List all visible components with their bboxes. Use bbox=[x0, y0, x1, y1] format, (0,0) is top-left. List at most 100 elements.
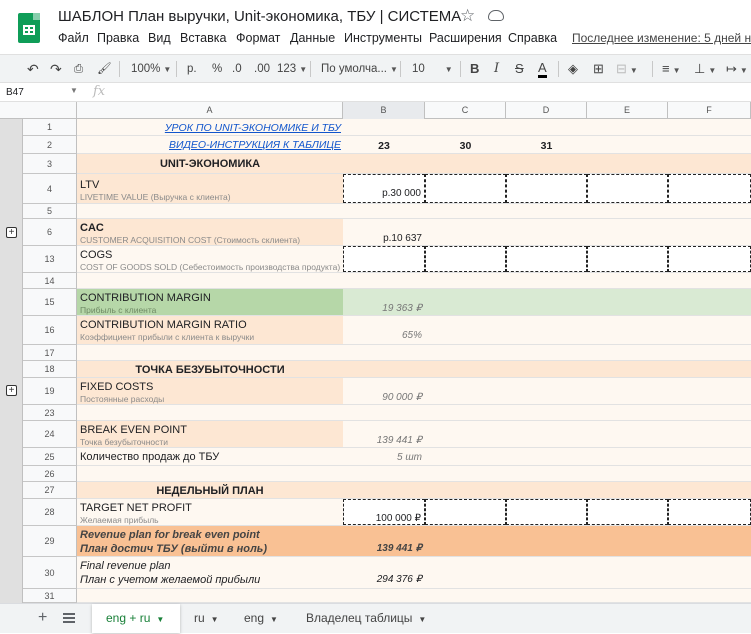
row-header[interactable]: 5 bbox=[23, 204, 77, 219]
menu-help[interactable]: Справка bbox=[508, 31, 557, 45]
menu-tools[interactable]: Инструменты bbox=[344, 31, 422, 45]
add-sheet-icon[interactable]: + bbox=[38, 609, 47, 627]
row-header[interactable]: 19 bbox=[23, 378, 77, 405]
font-size-select[interactable]: 10 ▼ bbox=[412, 60, 453, 78]
menu-view[interactable]: Вид bbox=[148, 31, 171, 45]
cell-a28[interactable]: TARGET NET PROFIT Желаемая прибыль bbox=[77, 499, 343, 525]
sheets-logo-icon[interactable] bbox=[18, 13, 40, 43]
column-header-a[interactable]: A bbox=[77, 102, 343, 119]
chevron-down-icon[interactable]: ▼ bbox=[270, 615, 278, 624]
cell-a6[interactable]: CAC CUSTOMER ACQUISITION COST (Стоимость… bbox=[77, 219, 343, 245]
sheet-tab-eng-ru[interactable]: eng + ru ▼ bbox=[92, 604, 180, 633]
column-header-e[interactable]: E bbox=[587, 102, 668, 119]
cell-a4[interactable]: LTV LIVETIME VALUE (Выручка с клиента) bbox=[77, 174, 343, 203]
strikethrough-button[interactable]: S bbox=[515, 60, 524, 78]
cell-b16[interactable]: 65% bbox=[343, 316, 425, 344]
cell-a24[interactable]: BREAK EVEN POINT Точка безубыточности bbox=[77, 421, 343, 447]
row-header[interactable]: 1 bbox=[23, 119, 77, 136]
sheet-tab-eng[interactable]: eng ▼ bbox=[230, 604, 292, 633]
row-header[interactable]: 14 bbox=[23, 273, 77, 289]
cell-b4[interactable]: р.30 000 bbox=[343, 174, 425, 203]
row-header[interactable]: 15 bbox=[23, 289, 77, 316]
cell-e4[interactable] bbox=[587, 174, 668, 203]
zoom-select[interactable]: 100% ▼ bbox=[131, 60, 171, 78]
row-header[interactable]: 23 bbox=[23, 405, 77, 421]
video-instruction-link[interactable]: ВИДЕО-ИНСТРУКЦИЯ К ТАБЛИЦЕ bbox=[169, 139, 341, 151]
cell-b6[interactable]: р.10 637 bbox=[343, 219, 425, 245]
percent-format-button[interactable]: % bbox=[212, 60, 222, 78]
cell-a27[interactable]: НЕДЕЛЬНЫЙ ПЛАН bbox=[77, 482, 343, 498]
menu-insert[interactable]: Вставка bbox=[180, 31, 226, 45]
row-header[interactable]: 29 bbox=[23, 526, 77, 557]
undo-icon[interactable]: ↶ bbox=[27, 60, 39, 78]
menu-edit[interactable]: Правка bbox=[97, 31, 139, 45]
chevron-down-icon[interactable]: ▼ bbox=[70, 86, 78, 95]
vertical-align-icon[interactable]: ⊥ ▼ bbox=[694, 60, 716, 78]
row-header[interactable]: 18 bbox=[23, 361, 77, 378]
menu-file[interactable]: Файл bbox=[58, 31, 89, 45]
horizontal-align-icon[interactable]: ≡ ▼ bbox=[662, 60, 681, 78]
cell-e28[interactable] bbox=[587, 499, 668, 525]
row-header[interactable]: 3 bbox=[23, 154, 77, 174]
cell-a1[interactable]: УРОК ПО UNIT-ЭКОНОМИКЕ И ТБУ bbox=[77, 119, 343, 135]
cell-a19[interactable]: FIXED COSTS Постоянные расходы bbox=[77, 378, 343, 404]
italic-button[interactable]: I bbox=[494, 60, 499, 78]
cell-e13[interactable] bbox=[587, 246, 668, 272]
cell-d28[interactable] bbox=[506, 499, 587, 525]
fill-color-icon[interactable]: ◈ bbox=[568, 60, 578, 78]
row-header[interactable]: 28 bbox=[23, 499, 77, 526]
chevron-down-icon[interactable]: ▼ bbox=[418, 615, 426, 624]
cell-f13[interactable] bbox=[668, 246, 751, 272]
row-header[interactable]: 26 bbox=[23, 466, 77, 482]
cell-a29[interactable]: Revenue plan for break even point План д… bbox=[77, 526, 343, 556]
row-header[interactable]: 16 bbox=[23, 316, 77, 345]
column-header-c[interactable]: C bbox=[425, 102, 506, 119]
redo-icon[interactable]: ↷ bbox=[50, 60, 62, 78]
merge-cells-icon[interactable]: ⊟ ▼ bbox=[616, 60, 638, 78]
column-header-d[interactable]: D bbox=[506, 102, 587, 119]
cell-a30[interactable]: Final revenue plan План с учетом желаемо… bbox=[77, 557, 343, 588]
cell-b28[interactable]: 100 000 ₽ bbox=[343, 499, 425, 525]
cell-d13[interactable] bbox=[506, 246, 587, 272]
row-header[interactable]: 2 bbox=[23, 136, 77, 154]
cell-b30[interactable]: 294 376 ₽ bbox=[343, 557, 425, 588]
decrease-decimal-button[interactable]: .0 bbox=[232, 60, 242, 78]
cell-a3[interactable]: UNIT-ЭКОНОМИКА bbox=[77, 154, 343, 173]
row-header[interactable]: 17 bbox=[23, 345, 77, 361]
cell-a15[interactable]: CONTRIBUTION MARGIN Прибыль с клиента bbox=[77, 289, 343, 315]
borders-icon[interactable]: ⊞ bbox=[593, 60, 604, 78]
chevron-down-icon[interactable]: ▼ bbox=[211, 615, 219, 624]
menu-data[interactable]: Данные bbox=[290, 31, 335, 45]
currency-format-button[interactable]: р. bbox=[187, 60, 197, 78]
cell-c4[interactable] bbox=[425, 174, 506, 203]
column-header-b[interactable]: B bbox=[343, 102, 425, 119]
row-header[interactable]: 6 bbox=[23, 219, 77, 246]
menu-extensions[interactable]: Расширения bbox=[429, 31, 502, 45]
cell-b2[interactable]: 23 bbox=[343, 136, 425, 153]
row-header[interactable]: 13 bbox=[23, 246, 77, 273]
increase-decimal-button[interactable]: .00 bbox=[254, 60, 270, 78]
text-wrap-icon[interactable]: ↦ ▼ bbox=[726, 60, 748, 78]
bold-button[interactable]: B bbox=[470, 60, 479, 78]
cell-b15[interactable]: 19 363 ₽ bbox=[343, 289, 425, 315]
print-icon[interactable]: ⎙ bbox=[74, 60, 83, 78]
cell-b29[interactable]: 139 441 ₽ bbox=[343, 526, 425, 556]
row-header[interactable]: 31 bbox=[23, 589, 77, 603]
cell-c13[interactable] bbox=[425, 246, 506, 272]
document-title[interactable]: ШАБЛОН План выручки, Unit-экономика, ТБУ… bbox=[58, 8, 461, 25]
cell-d4[interactable] bbox=[506, 174, 587, 203]
more-formats-select[interactable]: 123 ▼ bbox=[277, 60, 307, 78]
cell-c2[interactable]: 30 bbox=[425, 136, 506, 153]
row-header[interactable]: 4 bbox=[23, 174, 77, 204]
last-edit-link[interactable]: Последнее изменение: 5 дней наз bbox=[572, 31, 751, 45]
row-header[interactable]: 30 bbox=[23, 557, 77, 589]
cell-a13[interactable]: COGS COST OF GOODS SOLD (Себестоимость п… bbox=[77, 246, 343, 272]
expand-group-icon[interactable]: + bbox=[6, 227, 17, 238]
column-header-f[interactable]: F bbox=[668, 102, 751, 119]
cloud-saved-icon[interactable] bbox=[488, 10, 504, 21]
cell-reference-box[interactable]: B47 bbox=[6, 87, 24, 98]
menu-format[interactable]: Формат bbox=[236, 31, 280, 45]
paint-format-icon[interactable]: 🖌 bbox=[97, 60, 112, 78]
cell-a25[interactable]: Количество продаж до ТБУ bbox=[77, 448, 343, 465]
chevron-down-icon[interactable]: ▼ bbox=[156, 615, 164, 624]
